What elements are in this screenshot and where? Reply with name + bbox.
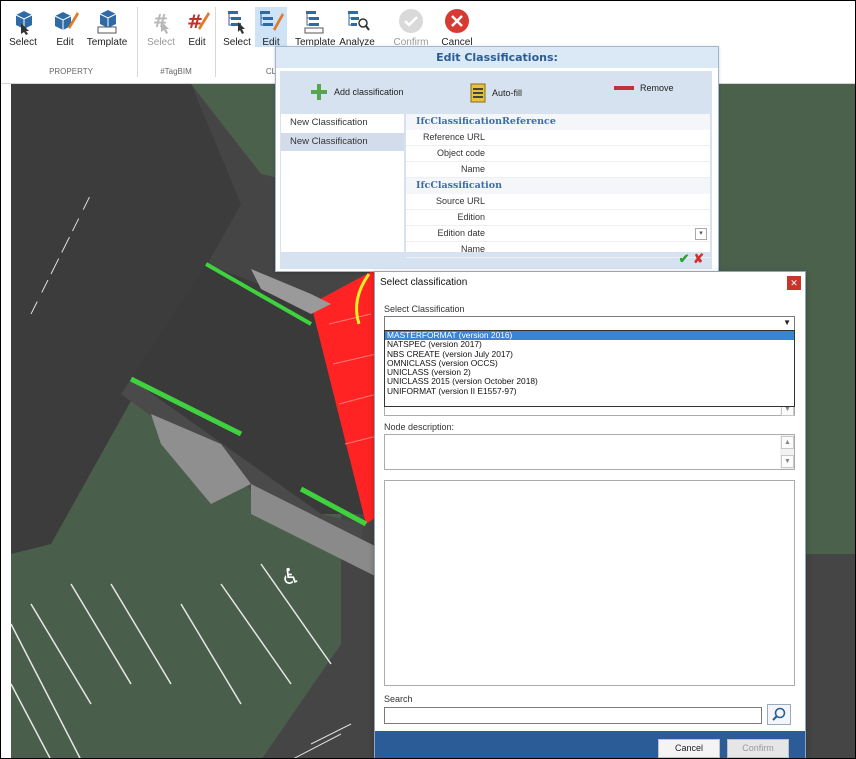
cube-edit-icon: [54, 12, 79, 30]
property-label: Edition date: [437, 228, 485, 238]
dropdown-option[interactable]: UNIFORMAT (version II E1557-97): [385, 386, 794, 396]
button-label: Edit: [56, 37, 74, 48]
scroll-down-icon[interactable]: ▼: [781, 455, 794, 468]
property-row[interactable]: Source URL: [406, 194, 710, 210]
button-label: Template: [86, 37, 128, 48]
dialog-title: Edit Classifications:: [276, 47, 718, 68]
section-header: IfcClassificationReference: [406, 114, 710, 130]
cancel-button[interactable]: Cancel: [658, 739, 720, 758]
cancel-ribbon-button[interactable]: Cancel: [437, 7, 477, 48]
property-row[interactable]: Name: [406, 162, 710, 178]
combo-label: Select Classification: [384, 304, 465, 314]
classification-tree[interactable]: [384, 480, 795, 686]
confirm-check-icon[interactable]: ✔: [679, 251, 690, 266]
dialog-title: Select classification: [380, 277, 468, 288]
property-select-button[interactable]: Select: [3, 7, 43, 48]
cancel-icon: [445, 9, 469, 33]
search-input[interactable]: [384, 707, 762, 724]
button-label: Edit: [188, 37, 206, 48]
classification-select-icon: [228, 11, 245, 34]
close-button[interactable]: ✕: [787, 276, 801, 290]
close-icon: ✕: [790, 278, 798, 288]
plus-icon: [311, 84, 327, 100]
search-label: Search: [384, 694, 413, 704]
check-icon: [399, 9, 423, 33]
scroll-up-icon[interactable]: ▲: [781, 436, 794, 449]
accessible-parking-icon: ♿: [281, 565, 301, 590]
tagbim-select-button[interactable]: # Select: [141, 7, 181, 48]
property-edit-button[interactable]: Edit: [45, 7, 85, 48]
property-label: Edition: [457, 212, 485, 222]
confirm-button[interactable]: Confirm: [727, 739, 789, 758]
property-label: Name: [460, 164, 485, 174]
search-icon: [772, 707, 786, 721]
classification-analyze-button[interactable]: Analyze: [337, 7, 377, 48]
group-label-property: PROPERTY: [49, 67, 93, 76]
hashtag-select-icon: #: [153, 11, 169, 34]
cube-template-icon: [97, 10, 117, 34]
property-label: Reference URL: [422, 132, 485, 142]
classification-select-button[interactable]: Select: [217, 7, 257, 48]
confirm-ribbon-button[interactable]: Confirm: [391, 7, 431, 48]
property-row[interactable]: Edition date ▾: [406, 226, 710, 242]
property-template-button[interactable]: Template: [85, 7, 129, 48]
auto-fill-button[interactable]: Auto-fill: [470, 83, 522, 103]
button-label: Select: [147, 37, 175, 48]
property-grid: IfcClassificationReference Reference URL…: [406, 114, 710, 258]
cancel-x-icon[interactable]: ✘: [693, 251, 704, 266]
scrollbar[interactable]: ▲ ▼: [780, 435, 794, 469]
classification-combo[interactable]: ▼: [384, 316, 795, 331]
select-classification-dialog: Select classification ✕ Select Classific…: [374, 271, 806, 758]
chevron-down-icon: ▼: [783, 318, 791, 327]
add-classification-button[interactable]: Add classification: [310, 83, 404, 101]
property-label: Name: [460, 244, 485, 254]
autofill-list-icon: [470, 83, 486, 103]
button-label: Add classification: [334, 87, 404, 97]
app-window: Select Edit Template # Select # Edit Sel…: [0, 0, 856, 759]
property-row[interactable]: Name: [406, 242, 710, 258]
property-row[interactable]: Edition: [406, 210, 710, 226]
minus-icon: [614, 86, 634, 90]
dialog-title-bar: Select classification ✕: [375, 272, 805, 294]
search-button[interactable]: [767, 704, 791, 725]
tagbim-edit-button[interactable]: # Edit: [177, 7, 217, 48]
button-label: Auto-fill: [492, 88, 523, 98]
dialog-body: Add classification Auto-fill Remove New …: [280, 71, 712, 269]
node-description-field[interactable]: ▲ ▼: [384, 434, 795, 470]
svg-text:#: #: [187, 11, 203, 33]
dialog-footer: Cancel Confirm: [375, 731, 805, 758]
property-row[interactable]: Object code: [406, 146, 710, 162]
classification-toolbar: Add classification Auto-fill Remove: [280, 71, 712, 111]
button-label: Remove: [640, 83, 674, 93]
date-dropdown-button[interactable]: ▾: [695, 228, 707, 240]
classification-edit-button[interactable]: Edit: [255, 7, 287, 48]
property-label: Object code: [436, 148, 485, 158]
hashtag-edit-icon: #: [187, 11, 210, 33]
classification-dropdown-list: MASTERFORMAT (version 2016) NATSPEC (ver…: [384, 330, 795, 407]
classification-edit-icon: [260, 11, 284, 31]
cube-select-icon: [15, 11, 33, 35]
group-label-tagbim: #TagBIM: [160, 67, 192, 76]
classification-template-button[interactable]: Template: [295, 7, 336, 48]
property-row[interactable]: Reference URL: [406, 130, 710, 146]
group-separator: [137, 7, 138, 77]
group-separator: [215, 7, 216, 77]
button-label: Select: [9, 37, 37, 48]
dialog-actions: ✔ ✘: [679, 251, 704, 267]
remove-classification-button[interactable]: Remove: [614, 83, 674, 93]
edit-classifications-dialog: Edit Classifications: Add classification…: [275, 46, 719, 272]
button-label: Select: [223, 37, 251, 48]
section-header: IfcClassification: [406, 178, 710, 194]
classification-analyze-icon: [348, 11, 370, 31]
classification-template-icon: [304, 11, 324, 34]
property-label: Source URL: [435, 196, 485, 206]
node-description-label: Node description:: [384, 422, 455, 432]
